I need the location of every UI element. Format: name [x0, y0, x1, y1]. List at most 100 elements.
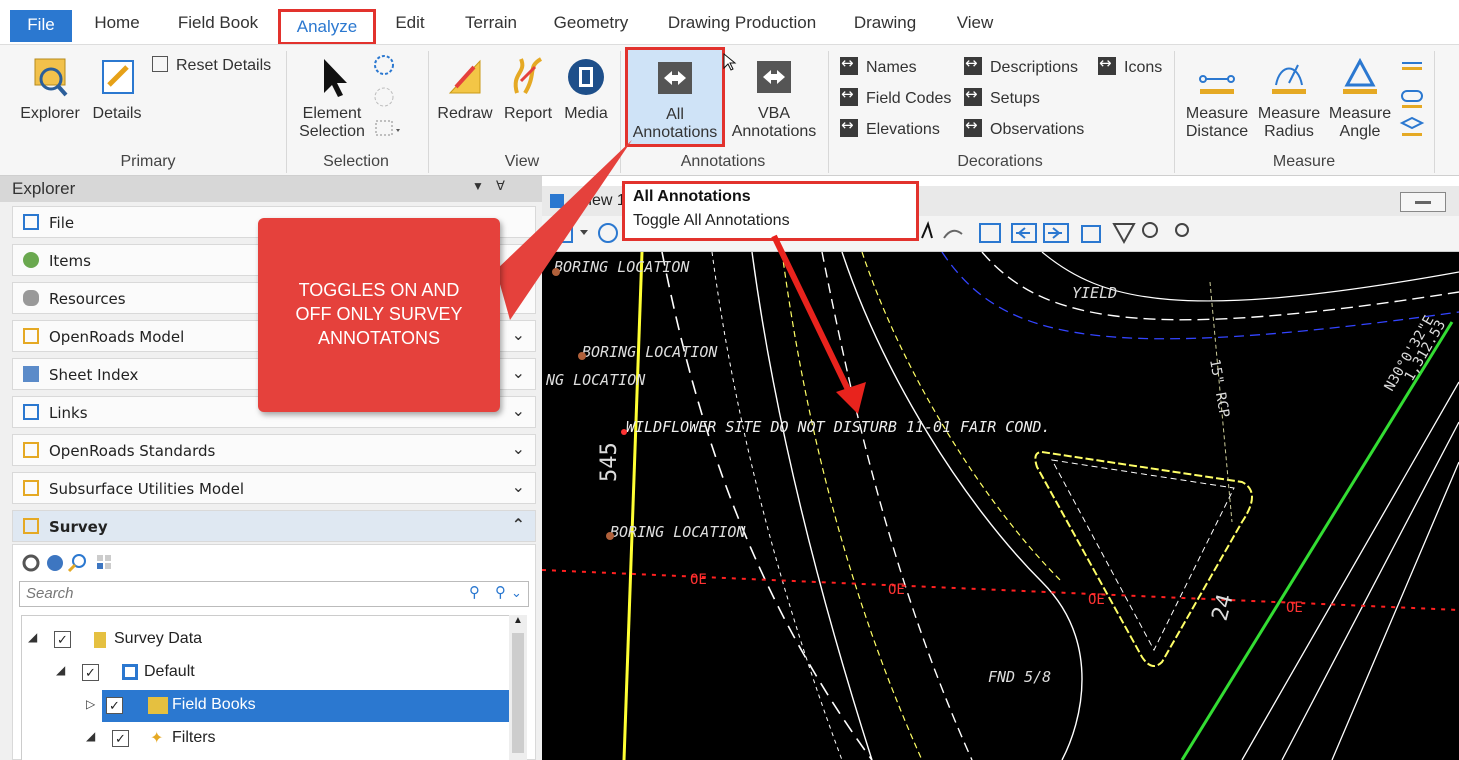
measure-angle-button[interactable]: Measure Angle — [1326, 53, 1394, 141]
group-separator — [828, 51, 829, 173]
explorer-row-openroads-standards[interactable]: OpenRoads Standards ⌄ — [12, 434, 536, 466]
tab-drawing-production[interactable]: Drawing Production — [660, 8, 824, 38]
elevations-button[interactable]: Elevations — [840, 116, 940, 139]
report-button[interactable]: Report — [500, 53, 556, 123]
vba-annotations-button[interactable]: VBA Annotations — [728, 53, 820, 141]
chevron-down-icon[interactable]: ⌄ — [512, 249, 525, 268]
chevron-down-icon[interactable]: ⌄ — [512, 287, 525, 306]
element-selection-button[interactable]: Element Selection — [296, 53, 368, 141]
chevron-down-icon[interactable]: ⌄ — [512, 363, 525, 382]
subsurface-icon — [23, 480, 39, 496]
tab-terrain[interactable]: Terrain — [456, 8, 526, 38]
annotation-icon — [840, 54, 858, 75]
annotation-icon — [964, 116, 982, 137]
tab-analyze[interactable]: Analyze — [278, 9, 376, 45]
tab-home[interactable]: Home — [84, 8, 150, 38]
details-button[interactable]: Details — [88, 53, 146, 123]
tab-view[interactable]: View — [948, 8, 1002, 38]
setups-button[interactable]: Setups — [964, 85, 1040, 108]
annotation-icon — [1098, 54, 1116, 75]
measure-angle-icon — [1343, 57, 1377, 94]
resources-icon — [23, 290, 39, 306]
annotation-icon — [658, 62, 692, 94]
annotation-icon — [757, 61, 791, 93]
label-oe: OE — [1286, 600, 1303, 616]
label-station-24: 24 — [1208, 591, 1239, 623]
details-icon — [102, 60, 134, 94]
tab-geometry[interactable]: Geometry — [546, 8, 636, 38]
tab-file[interactable]: File — [10, 10, 72, 42]
group-label-annotations: Annotations — [680, 153, 766, 170]
boring-marker — [578, 352, 586, 360]
chevron-down-icon[interactable]: ⌄ — [512, 401, 525, 420]
measure-distance-icon — [1199, 75, 1235, 94]
project-icon — [122, 664, 138, 680]
group-separator — [1174, 51, 1175, 173]
label-oe: OE — [1088, 592, 1105, 608]
survey-icon — [23, 518, 39, 534]
measure-more-icons[interactable] — [1398, 53, 1428, 147]
reset-details-button[interactable]: Reset Details — [152, 56, 271, 75]
redraw-button[interactable]: Redraw — [436, 53, 494, 123]
tab-field-book[interactable]: Field Book — [168, 8, 268, 38]
survey-panel: Search ⚲ ⚲ ⌄ ◢ ✓ Survey Data ◢ ✓ Default ✓ Fi… — [12, 544, 536, 760]
all-annotations-button[interactable]: All Annotations — [625, 47, 725, 147]
label-oe: OE — [690, 572, 707, 588]
icons-button[interactable]: Icons — [1098, 54, 1162, 77]
label-rcp: 15" RCP — [1206, 358, 1232, 419]
minimize-button[interactable] — [1400, 192, 1446, 212]
explorer-row-survey[interactable]: Survey ⌃ — [12, 510, 536, 542]
view-icon — [550, 194, 564, 208]
names-button[interactable]: Names — [840, 54, 917, 77]
explorer-row-subsurface-utilities[interactable]: Subsurface Utilities Model ⌄ — [12, 472, 536, 504]
selection-mode-icons[interactable] — [372, 53, 402, 143]
boring-marker — [552, 268, 560, 276]
tab-drawing[interactable]: Drawing — [846, 8, 924, 38]
tree-scrollbar[interactable]: ▲ — [509, 615, 527, 760]
tree-row-default[interactable]: ◢ ✓ Default — [22, 657, 510, 689]
advanced-search-icon[interactable]: ⚲ — [495, 583, 506, 601]
sheet-index-icon — [23, 366, 39, 382]
observations-button[interactable]: Observations — [964, 116, 1084, 139]
group-label-primary: Primary — [120, 153, 176, 170]
label-oe: OE — [888, 582, 905, 598]
descriptions-button[interactable]: Descriptions — [964, 54, 1078, 77]
model-icon — [23, 328, 39, 344]
media-button[interactable]: Media — [560, 53, 612, 123]
field-codes-button[interactable]: Field Codes — [840, 85, 951, 108]
explorer-title: Explorer ▼ ∀ — [0, 176, 542, 202]
expand-icon[interactable]: ⌄ — [511, 585, 522, 601]
field-book-icon — [148, 697, 168, 714]
annotation-icon — [840, 116, 858, 137]
chevron-down-icon[interactable]: ⌄ — [512, 325, 525, 344]
folder-icon — [94, 632, 106, 648]
group-separator — [286, 51, 287, 173]
chevron-down-icon[interactable]: ⌄ — [512, 439, 525, 458]
mouse-cursor-icon — [723, 52, 737, 71]
measure-radius-button[interactable]: Measure Radius — [1256, 53, 1322, 141]
label-fnd: FND 5/8 — [988, 668, 1051, 686]
callout-note: TOGGLES ON AND OFF ONLY SURVEY ANNOTATON… — [258, 218, 500, 412]
drawing-canvas[interactable]: BORING LOCATION BORING LOCATION NG LOCAT… — [542, 252, 1459, 760]
search-input[interactable]: Search ⚲ ⚲ — [19, 581, 529, 607]
chevron-down-icon[interactable]: ⌄ — [512, 477, 525, 496]
measure-distance-button[interactable]: Measure Distance — [1182, 53, 1252, 141]
explorer-button[interactable]: Explorer — [18, 53, 82, 123]
label-station: 545 — [597, 442, 622, 482]
tab-edit[interactable]: Edit — [386, 8, 434, 38]
tree-row-survey-data[interactable]: ◢ ✓ Survey Data — [22, 624, 510, 656]
chevron-up-icon[interactable]: ⌃ — [512, 515, 525, 534]
search-icon[interactable]: ⚲ — [469, 583, 480, 601]
survey-toolbar-icons[interactable] — [21, 551, 131, 575]
report-icon — [513, 57, 543, 95]
tree-row-field-books[interactable]: ✓ Field Books — [102, 690, 510, 722]
annotation-icon — [964, 85, 982, 106]
filter-icon: ✦ — [150, 730, 164, 747]
tree-row-filters[interactable]: ◢ ✓ ✦ Filters — [22, 723, 510, 755]
annotation-icon — [964, 54, 982, 75]
ribbon-tabs: File Home Field Book Analyze Edit Terrai… — [0, 0, 1459, 45]
road-drawing: BORING LOCATION BORING LOCATION NG LOCAT… — [542, 252, 1459, 760]
redraw-icon — [448, 59, 481, 94]
measure-radius-icon — [1272, 64, 1306, 94]
expand-arrow-icon[interactable]: ▷ — [86, 697, 95, 711]
